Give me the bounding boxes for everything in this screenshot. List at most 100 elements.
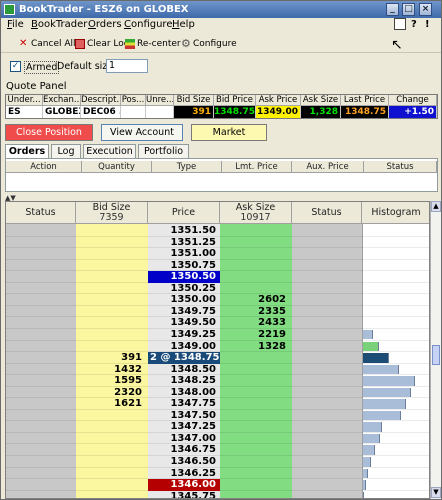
menu-file[interactable]: File — [7, 19, 24, 30]
bid-size-cell[interactable] — [76, 341, 148, 353]
orders-header-action[interactable]: Action — [6, 161, 82, 173]
tab-orders[interactable]: Orders — [5, 144, 49, 159]
close-button[interactable]: × — [419, 3, 432, 16]
price-cell[interactable]: 1347.25 — [148, 421, 220, 433]
quote-change[interactable]: +1.50 — [389, 106, 437, 118]
price-cell[interactable]: 1345.75 — [148, 491, 220, 498]
price-cell[interactable]: 1347.50 — [148, 410, 220, 422]
price-cell[interactable]: 1348.50 — [148, 364, 220, 376]
ask-size-cell[interactable] — [220, 352, 292, 364]
scroll-up-icon[interactable]: ▲ — [431, 201, 441, 212]
bid-size-cell[interactable] — [76, 329, 148, 341]
ask-size-cell[interactable] — [220, 237, 292, 249]
scroll-down-icon[interactable]: ▼ — [431, 487, 441, 498]
bid-size-cell[interactable] — [76, 410, 148, 422]
menu-help[interactable]: Help — [172, 19, 195, 30]
minimize-button[interactable]: _ — [386, 3, 399, 16]
ask-size-cell[interactable] — [220, 456, 292, 468]
tab-log[interactable]: Log — [51, 144, 81, 158]
status-right-column[interactable] — [292, 224, 362, 498]
quote-underlying[interactable]: ES — [6, 106, 43, 118]
price-cell[interactable]: 1349.25 — [148, 329, 220, 341]
quote-last-price[interactable]: 1348.75 — [341, 106, 389, 118]
ask-size-cell[interactable] — [220, 375, 292, 387]
price-cell[interactable]: 1350.00 — [148, 294, 220, 306]
quote-bid-price[interactable]: 1348.75 — [214, 106, 256, 118]
bid-size-cell[interactable]: 1595 — [76, 375, 148, 387]
bid-size-cell[interactable] — [76, 491, 148, 498]
menu-configure[interactable]: Configure — [124, 19, 172, 30]
orders-header-type[interactable]: Type — [152, 161, 222, 173]
view-account-button[interactable]: View Account — [101, 124, 183, 141]
bid-size-cell[interactable]: 2320 — [76, 387, 148, 399]
bid-size-cell[interactable] — [76, 421, 148, 433]
bid-size-cell[interactable] — [76, 433, 148, 445]
menu-orders[interactable]: Orders — [88, 19, 122, 30]
bid-size-cell[interactable]: 1432 — [76, 364, 148, 376]
price-cell[interactable]: 1346.00 — [148, 479, 220, 491]
tab-portfolio[interactable]: Portfolio — [138, 144, 189, 158]
bid-size-cell[interactable] — [76, 248, 148, 260]
menu-booktrader[interactable]: BookTrader — [31, 19, 87, 30]
orders-header-lmt-price[interactable]: Lmt. Price — [222, 161, 292, 173]
bid-size-cell[interactable] — [76, 444, 148, 456]
orders-header-status[interactable]: Status — [364, 161, 437, 173]
bid-size-cell[interactable] — [76, 479, 148, 491]
price-cell[interactable]: 1349.75 — [148, 306, 220, 318]
ask-size-cell[interactable] — [220, 444, 292, 456]
maximize-button[interactable]: □ — [402, 3, 415, 16]
orders-header-aux-price[interactable]: Aux. Price — [292, 161, 364, 173]
ask-size-cell[interactable] — [220, 421, 292, 433]
price-cell[interactable]: 1350.75 — [148, 260, 220, 272]
ask-size-cell[interactable] — [220, 271, 292, 283]
bid-size-cell[interactable] — [76, 283, 148, 295]
quote-position[interactable] — [121, 106, 146, 118]
orders-header-quantity[interactable]: Quantity — [82, 161, 152, 173]
ask-size-cell[interactable] — [220, 410, 292, 422]
quote-ask-price[interactable]: 1349.00 — [256, 106, 301, 118]
configure-button[interactable]: ⚙ Configure — [181, 37, 237, 51]
ask-size-cell[interactable] — [220, 387, 292, 399]
bid-size-cell[interactable]: 391 — [76, 352, 148, 364]
price-cell[interactable]: 1351.00 — [148, 248, 220, 260]
ask-size-cell[interactable] — [220, 479, 292, 491]
scroll-thumb[interactable] — [432, 345, 440, 365]
price-cell[interactable]: 1346.75 — [148, 444, 220, 456]
ask-size-cell[interactable] — [220, 433, 292, 445]
bid-size-cell[interactable]: 1621 — [76, 398, 148, 410]
price-cell[interactable]: 1351.25 — [148, 237, 220, 249]
quote-exchange[interactable]: GLOBEX — [43, 106, 81, 118]
ask-size-cell[interactable] — [220, 468, 292, 480]
ladder-scrollbar[interactable]: ▲ ▼ — [430, 201, 441, 499]
bid-size-cell[interactable] — [76, 456, 148, 468]
market-button[interactable]: Market — [191, 124, 267, 141]
ask-size-cell[interactable] — [220, 491, 292, 498]
bid-size-cell[interactable] — [76, 294, 148, 306]
price-cell[interactable]: 1351.50 — [148, 225, 220, 237]
ask-size-cell[interactable] — [220, 248, 292, 260]
bid-size-cell[interactable] — [76, 468, 148, 480]
ask-size-cell[interactable]: 1328 — [220, 341, 292, 353]
default-size-input[interactable]: 1 — [106, 59, 148, 73]
bid-size-cell[interactable] — [76, 237, 148, 249]
price-cell[interactable]: 1348.00 — [148, 387, 220, 399]
ask-size-cell[interactable] — [220, 283, 292, 295]
price-cell[interactable]: 1348.25 — [148, 375, 220, 387]
bid-size-cell[interactable] — [76, 260, 148, 272]
armed-checkbox[interactable]: ✓ — [10, 61, 21, 72]
price-cell[interactable]: 1346.25 — [148, 468, 220, 480]
price-cell[interactable]: 1349.00 — [148, 341, 220, 353]
ask-size-cell[interactable] — [220, 364, 292, 376]
ask-size-cell[interactable]: 2219 — [220, 329, 292, 341]
bid-size-cell[interactable] — [76, 225, 148, 237]
ask-size-cell[interactable]: 2433 — [220, 317, 292, 329]
ask-size-cell[interactable]: 2602 — [220, 294, 292, 306]
bid-size-cell[interactable] — [76, 306, 148, 318]
price-cell[interactable]: 1347.75 — [148, 398, 220, 410]
re-center-button[interactable]: Re-center — [125, 37, 181, 51]
tab-execution[interactable]: Execution — [83, 144, 136, 158]
price-cell[interactable]: 1349.50 — [148, 317, 220, 329]
quote-unrealized[interactable] — [146, 106, 174, 118]
close-position-button[interactable]: Close Position — [5, 124, 93, 141]
exclamation-icon[interactable]: ! — [425, 19, 430, 30]
